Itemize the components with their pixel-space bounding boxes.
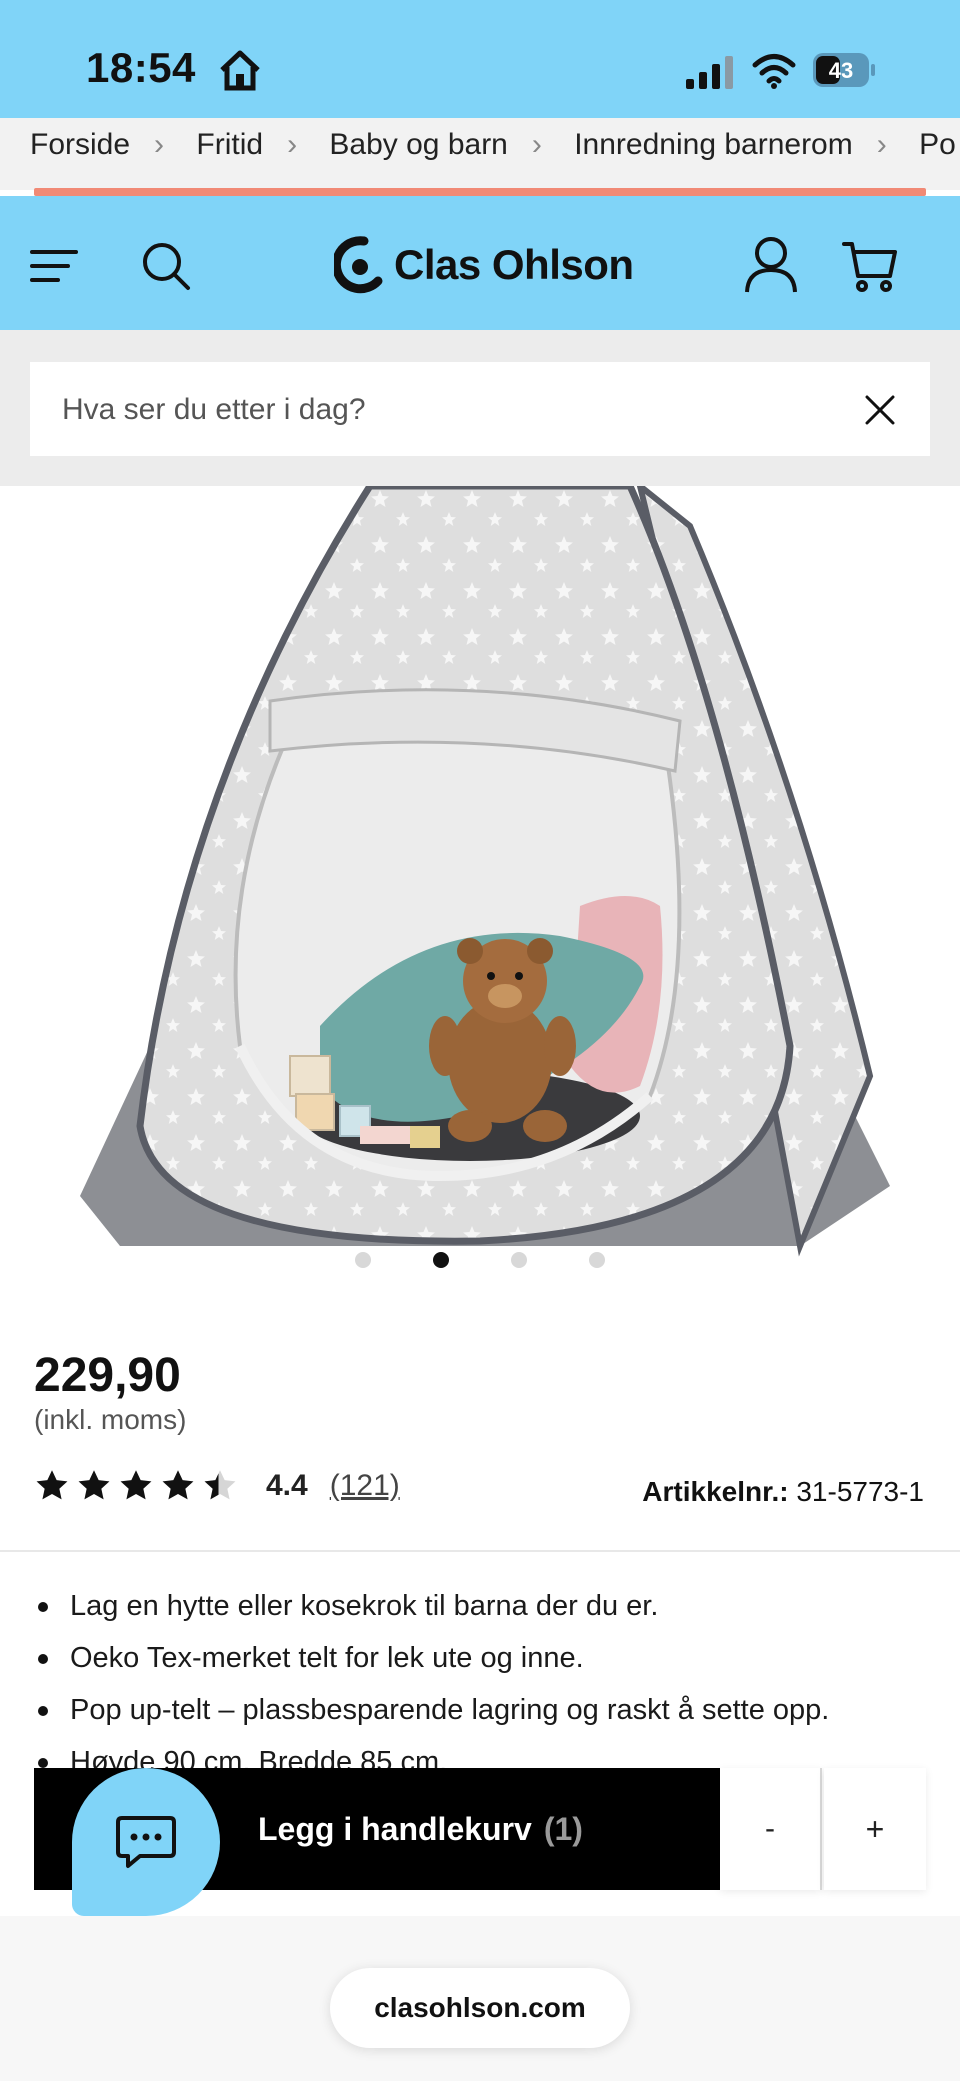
- breadcrumb: Forside › Fritid › Baby og barn › Innrednin…: [0, 118, 960, 190]
- chevron-right-icon: ›: [531, 128, 542, 161]
- chevron-right-icon: ›: [876, 128, 887, 161]
- cart-icon[interactable]: [842, 238, 898, 294]
- feature-item: Pop up-telt – plassbesparende lagring og…: [30, 1690, 930, 1742]
- star-icon: [162, 1470, 194, 1500]
- carousel-dot[interactable]: [589, 1252, 605, 1268]
- logo-text: Clas Ohlson: [394, 241, 634, 288]
- star-icon: [36, 1470, 68, 1500]
- cart-count: (1): [543, 1810, 583, 1847]
- status-time: 18:54: [86, 44, 196, 91]
- signal-icon: [686, 56, 733, 89]
- battery-indicator: 43: [812, 52, 876, 88]
- battery-level: 43: [829, 58, 853, 83]
- close-icon[interactable]: [864, 394, 896, 426]
- feature-item: Oeko Tex-merket telt for lek ute og inne…: [30, 1638, 930, 1690]
- wifi-icon: [752, 54, 796, 89]
- search-box: [30, 362, 930, 458]
- article-number: Artikkelnr.: 31-5773-1: [642, 1476, 924, 1508]
- review-count-link[interactable]: (121): [330, 1469, 400, 1503]
- quantity-decrease-button[interactable]: -: [720, 1768, 822, 1890]
- add-to-cart-label: Legg i handlekurv: [258, 1810, 532, 1847]
- chat-button[interactable]: [72, 1768, 220, 1916]
- star-icon: [78, 1470, 110, 1500]
- half-star-icon: [204, 1470, 236, 1500]
- feature-item: Lag en hytte eller kosekrok til barna de…: [30, 1586, 930, 1638]
- clas-ohlson-logo[interactable]: Clas Ohlson: [334, 232, 634, 298]
- menu-icon[interactable]: [30, 248, 80, 284]
- star-icon: [120, 1470, 152, 1500]
- logo-mark-icon: [334, 236, 383, 294]
- battery-icon: 43: [813, 53, 875, 87]
- chevron-right-icon: ›: [154, 128, 165, 161]
- product-image[interactable]: [0, 486, 960, 1286]
- home-icon: [220, 50, 260, 91]
- carousel-dot-active[interactable]: [433, 1252, 449, 1268]
- chevron-right-icon: ›: [287, 128, 298, 161]
- divider: [0, 1550, 960, 1552]
- breadcrumb-item[interactable]: Forside: [30, 128, 130, 161]
- breadcrumb-item[interactable]: Innredning barnerom: [574, 128, 853, 161]
- search-icon[interactable]: [140, 240, 192, 292]
- search-input[interactable]: [60, 362, 844, 458]
- carousel-indicator: [0, 1252, 960, 1272]
- breadcrumb-item[interactable]: Baby og barn: [329, 128, 507, 161]
- rating-row: 4.4 (121): [34, 1466, 400, 1506]
- breadcrumb-item[interactable]: Fritid: [196, 128, 263, 161]
- product-price: 229,90: [34, 1349, 181, 1402]
- tent-illustration: [80, 486, 890, 1257]
- chat-icon: [116, 1816, 176, 1868]
- url-bar[interactable]: clasohlson.com: [330, 1968, 630, 2048]
- carousel-dot[interactable]: [355, 1252, 371, 1268]
- quantity-increase-button[interactable]: +: [824, 1768, 926, 1890]
- article-label: Artikkelnr.:: [642, 1476, 789, 1507]
- price-note: (inkl. moms): [34, 1404, 187, 1435]
- rating-value: 4.4: [266, 1469, 308, 1502]
- feature-list: Lag en hytte eller kosekrok til barna de…: [30, 1586, 930, 1794]
- carousel-dot[interactable]: [511, 1252, 527, 1268]
- account-icon[interactable]: [744, 236, 798, 294]
- article-value: 31-5773-1: [796, 1476, 924, 1507]
- breadcrumb-item[interactable]: Po: [919, 128, 956, 161]
- promo-banner[interactable]: [34, 188, 926, 196]
